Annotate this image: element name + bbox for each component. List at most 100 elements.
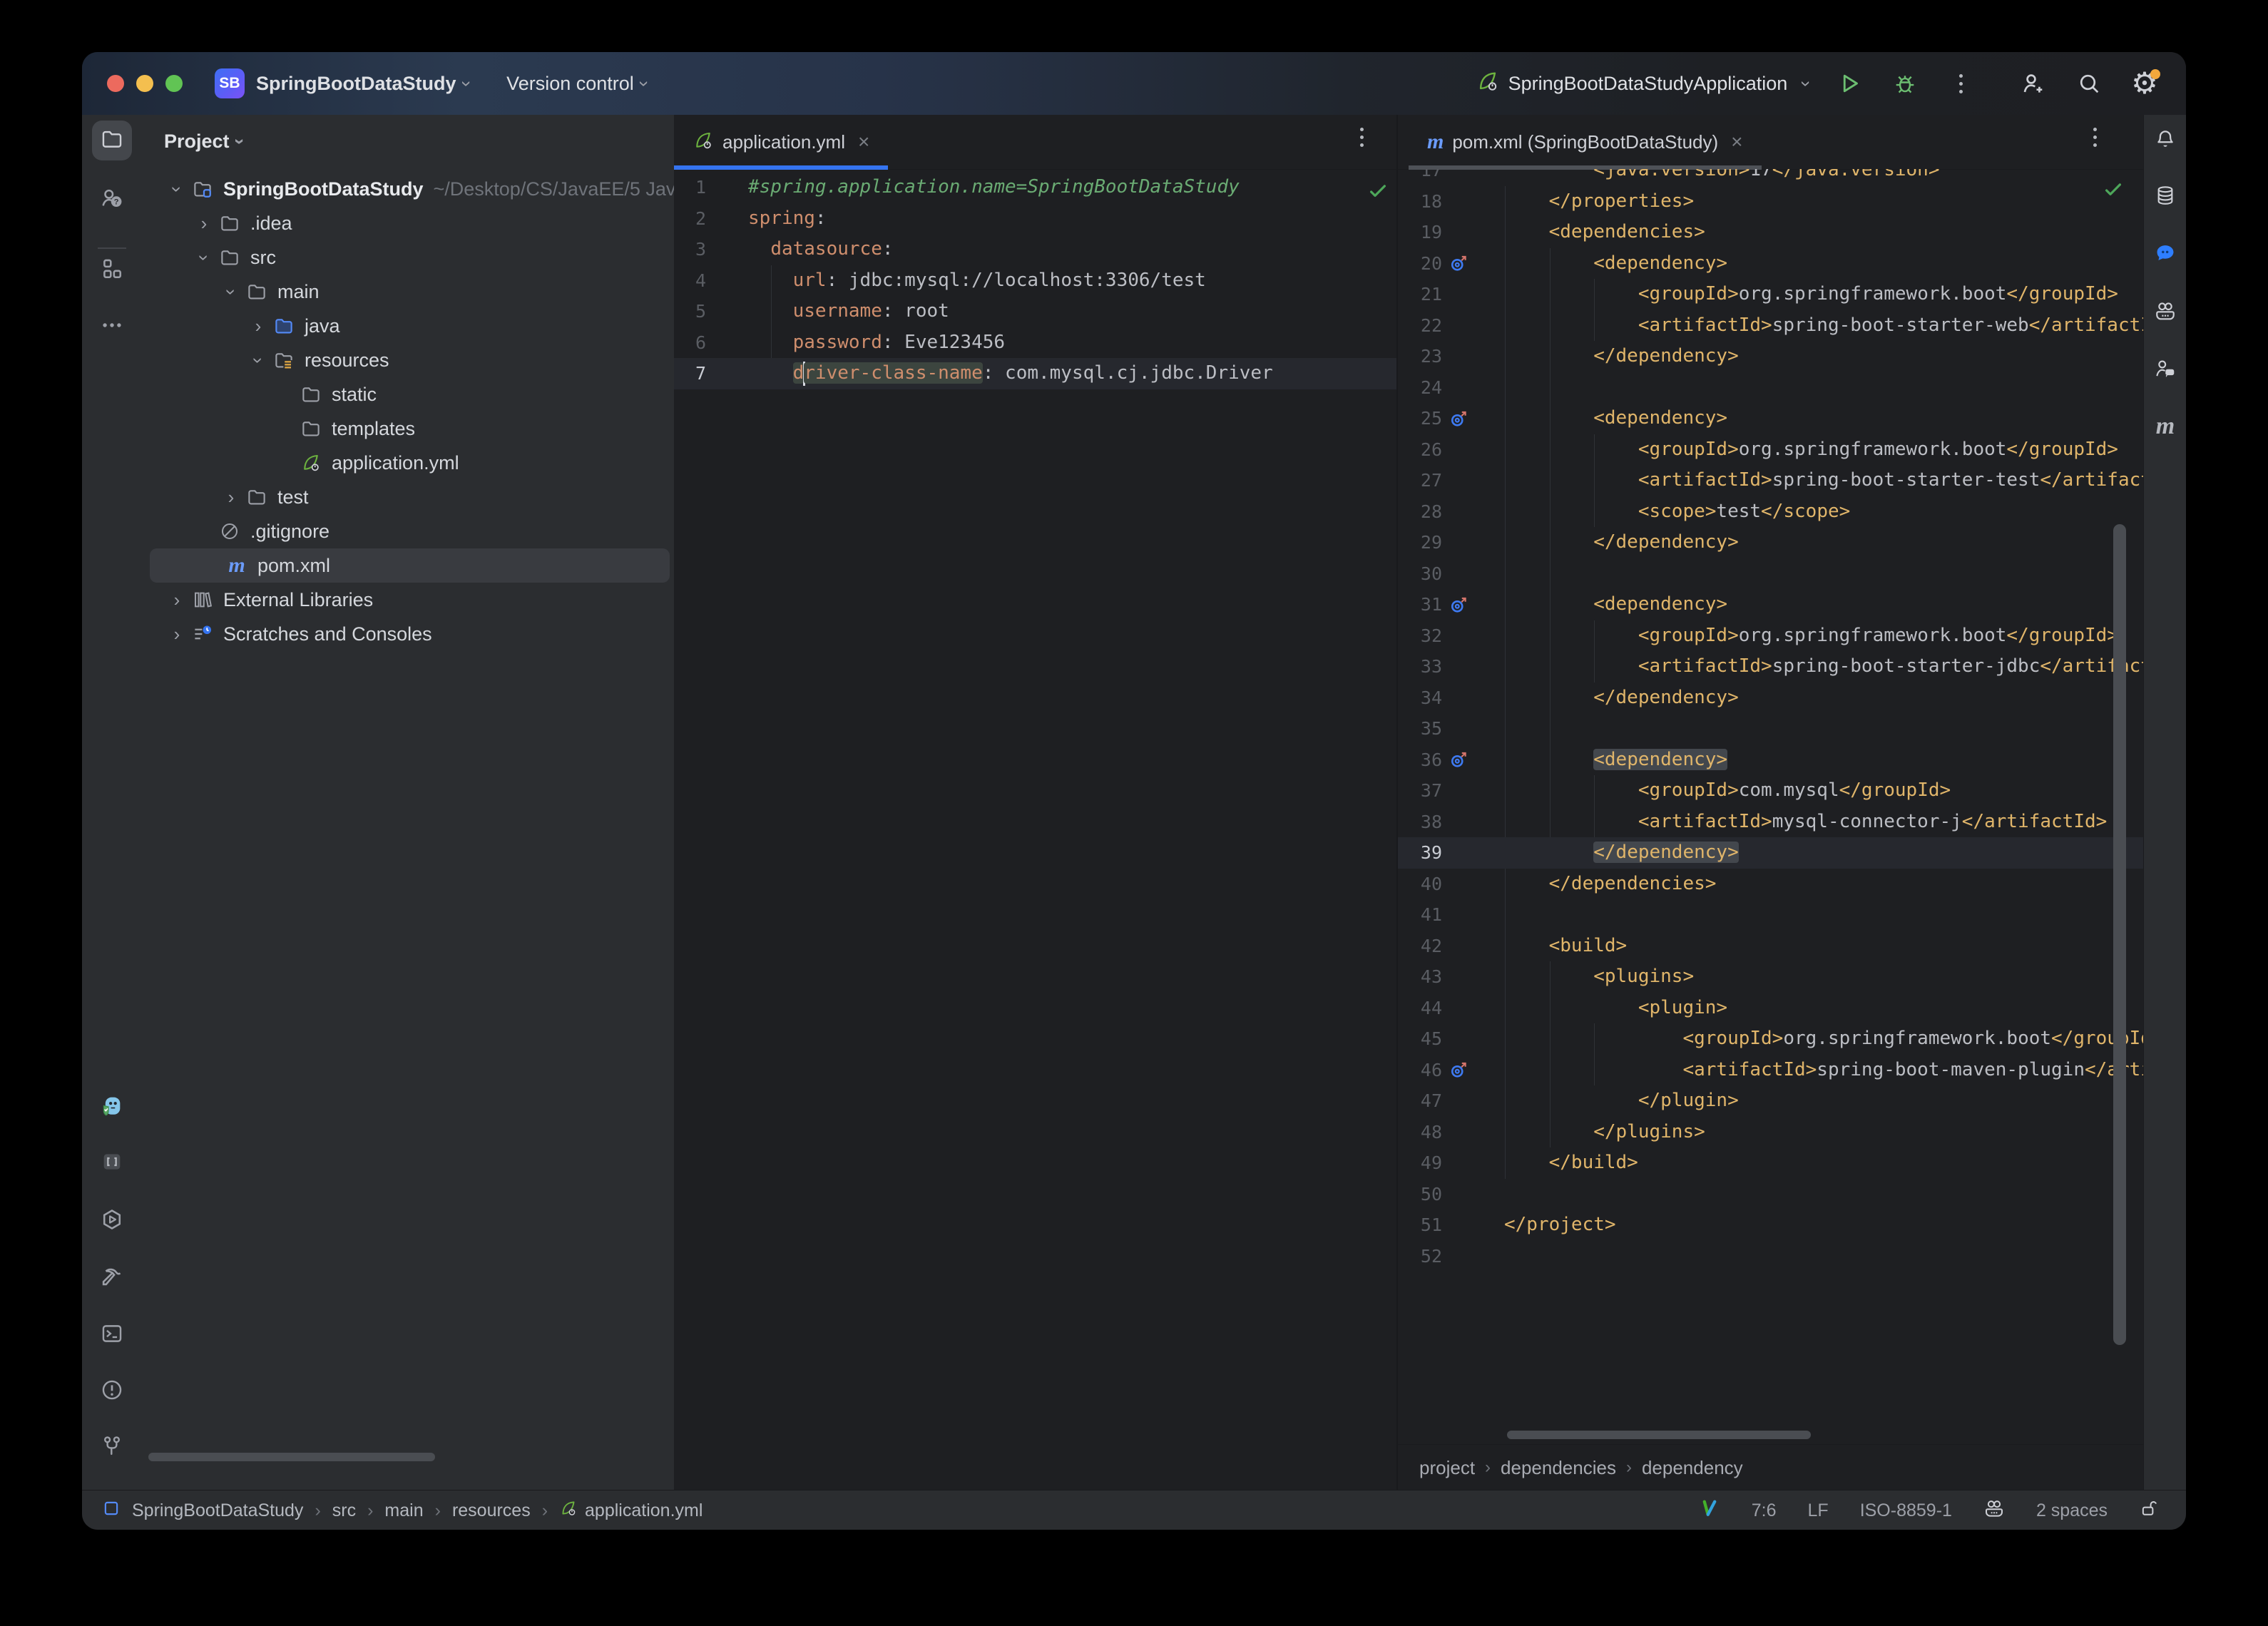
tree-chevron-icon[interactable]: › bbox=[245, 315, 272, 337]
code-token: <artifactId> bbox=[1504, 811, 1772, 832]
code-with-me-button[interactable] bbox=[2018, 68, 2049, 99]
git-branch-button[interactable] bbox=[92, 1428, 132, 1468]
tree-chevron-icon[interactable]: › bbox=[247, 347, 270, 374]
tree-item-external-libraries[interactable]: ›External Libraries bbox=[143, 583, 674, 617]
tree-chevron-icon[interactable]: › bbox=[163, 589, 190, 611]
tree-item-static[interactable]: ›static bbox=[143, 377, 674, 411]
tree-chevron-icon[interactable]: › bbox=[190, 213, 218, 235]
right-tab-bar: m pom.xml (SpringBootDataStudy) × bbox=[1398, 115, 2143, 170]
indent-widget[interactable]: 2 spaces bbox=[2036, 1500, 2108, 1521]
mascot-button[interactable] bbox=[92, 1087, 132, 1127]
chevron-down-icon[interactable]: › bbox=[228, 138, 250, 145]
project-name-menu[interactable]: SpringBootDataStudy bbox=[256, 73, 456, 95]
caret-position-widget[interactable]: 7:6 bbox=[1752, 1500, 1777, 1521]
tree-item-java[interactable]: ›java bbox=[143, 309, 674, 343]
code-area-xml[interactable]: 17 <java.version>17</java.version>18 </p… bbox=[1398, 169, 2143, 1444]
nav-item-src[interactable]: src bbox=[332, 1500, 356, 1521]
database-button[interactable] bbox=[2145, 177, 2185, 217]
code-token: <dependency> bbox=[1504, 252, 1727, 274]
robot-icon[interactable] bbox=[1983, 1498, 2005, 1524]
maven-update-icon[interactable] bbox=[1442, 252, 1476, 274]
tree-item-test[interactable]: ›test bbox=[143, 480, 674, 514]
user-chat-button[interactable] bbox=[2145, 350, 2185, 390]
code-line-52: 52 bbox=[1398, 1241, 2143, 1272]
close-icon[interactable]: × bbox=[858, 131, 869, 153]
encoding-widget[interactable]: ISO-8859-1 bbox=[1860, 1500, 1952, 1521]
nav-item-main[interactable]: main bbox=[384, 1500, 423, 1521]
tree-item-src[interactable]: ›src bbox=[143, 240, 674, 275]
tree-item--gitignore[interactable]: ›.gitignore bbox=[143, 514, 674, 548]
inspections-ok-icon[interactable] bbox=[2103, 179, 2124, 204]
maven-update-icon[interactable] bbox=[1442, 749, 1476, 770]
code-token: <java.version> bbox=[1504, 169, 1749, 180]
notifications-button[interactable] bbox=[2145, 121, 2185, 160]
build-button[interactable] bbox=[92, 1259, 132, 1299]
close-window-button[interactable] bbox=[107, 75, 124, 92]
code-token: datasource bbox=[770, 238, 882, 260]
settings-button[interactable]: ⚙ bbox=[2129, 68, 2160, 99]
run-button[interactable] bbox=[1834, 68, 1865, 99]
nav-item-application-yml[interactable]: application.yml bbox=[559, 1499, 703, 1523]
maven-button[interactable]: m bbox=[2145, 406, 2185, 446]
chat-button[interactable] bbox=[2145, 235, 2185, 275]
tree-item-main[interactable]: ›main bbox=[143, 275, 674, 309]
tree-item--idea[interactable]: ›.idea bbox=[143, 206, 674, 240]
robot-button[interactable] bbox=[2145, 292, 2185, 332]
v-plugin-icon[interactable] bbox=[1699, 1498, 1720, 1524]
minimize-window-button[interactable] bbox=[136, 75, 153, 92]
code-line-24: 24 bbox=[1398, 372, 2143, 404]
brackets-button[interactable] bbox=[92, 1143, 132, 1183]
tree-item-application-yml[interactable]: ›application.yml bbox=[143, 446, 674, 480]
nav-item-springbootdatastudy[interactable]: SpringBootDataStudy bbox=[132, 1500, 303, 1521]
right-tab-options-button[interactable] bbox=[2093, 128, 2097, 147]
problems-button[interactable] bbox=[92, 1371, 132, 1411]
breadcrumb-dependencies[interactable]: dependencies bbox=[1501, 1457, 1616, 1479]
editor-vertical-scrollbar[interactable] bbox=[2113, 524, 2126, 1345]
tree-item-templates[interactable]: ›templates bbox=[143, 411, 674, 446]
tree-chevron-icon[interactable]: › bbox=[193, 244, 215, 271]
tree-item-springbootdatastudy[interactable]: ›SpringBootDataStudy~/Desktop/CS/JavaEE/… bbox=[143, 172, 674, 206]
zoom-window-button[interactable] bbox=[165, 75, 183, 92]
editor-horizontal-scrollbar[interactable] bbox=[1507, 1431, 1811, 1439]
debug-button[interactable] bbox=[1889, 68, 1921, 99]
line-separator-widget[interactable]: LF bbox=[1808, 1500, 1829, 1521]
search-everywhere-button[interactable] bbox=[2073, 68, 2105, 99]
nav-item-resources[interactable]: resources bbox=[452, 1500, 531, 1521]
tab-application-yml[interactable]: application.yml × bbox=[674, 115, 888, 169]
close-icon[interactable]: × bbox=[1731, 131, 1742, 153]
tree-chevron-icon[interactable]: › bbox=[166, 175, 188, 203]
code-line-51: 51</project> bbox=[1398, 1210, 2143, 1241]
tree-item-pom-xml[interactable]: ›mpom.xml bbox=[150, 548, 670, 583]
project-folder-button[interactable] bbox=[92, 121, 132, 160]
tree-chevron-icon[interactable]: › bbox=[163, 623, 190, 645]
version-control-menu[interactable]: Version control bbox=[506, 73, 634, 95]
maven-update-icon[interactable] bbox=[1442, 594, 1476, 615]
inspections-ok-icon[interactable] bbox=[1367, 180, 1389, 205]
code-line-44: 44 <plugin> bbox=[1398, 993, 2143, 1024]
more-button[interactable] bbox=[92, 307, 132, 347]
mascot-icon bbox=[100, 1093, 124, 1121]
services-button[interactable] bbox=[92, 1201, 132, 1241]
code-line-29: 29 </dependency> bbox=[1398, 527, 2143, 558]
run-configuration-selector[interactable]: SpringBootDataStudyApplication › bbox=[1476, 69, 1809, 98]
maven-update-icon[interactable] bbox=[1442, 408, 1476, 429]
unlock-icon[interactable] bbox=[2139, 1498, 2159, 1523]
tree-chevron-icon[interactable]: › bbox=[220, 278, 242, 305]
tree-item-scratches-and-consoles[interactable]: ›Scratches and Consoles bbox=[143, 617, 674, 651]
project-horizontal-scrollbar[interactable] bbox=[148, 1453, 435, 1461]
tree-item-resources[interactable]: ›resources bbox=[143, 343, 674, 377]
more-actions-button[interactable] bbox=[1945, 68, 1976, 99]
maven-update-icon[interactable] bbox=[1442, 1059, 1476, 1080]
breadcrumb-dependency[interactable]: dependency bbox=[1642, 1457, 1743, 1479]
code-token: </artifactId> bbox=[2029, 315, 2143, 336]
components-button[interactable] bbox=[92, 250, 132, 290]
left-tab-options-button[interactable] bbox=[1360, 128, 1364, 147]
terminal-button[interactable] bbox=[92, 1315, 132, 1355]
tree-chevron-icon[interactable]: › bbox=[218, 486, 245, 508]
breadcrumb-project[interactable]: project bbox=[1419, 1457, 1475, 1479]
user-question-button[interactable]: ? bbox=[92, 180, 132, 220]
tab-pom-xml[interactable]: m pom.xml (SpringBootDataStudy) × bbox=[1409, 115, 1762, 169]
line-number: 31 bbox=[1398, 594, 1442, 615]
folder-icon bbox=[299, 416, 323, 441]
code-area-yaml[interactable]: 1#spring.application.name=SpringBootData… bbox=[674, 169, 1396, 1490]
